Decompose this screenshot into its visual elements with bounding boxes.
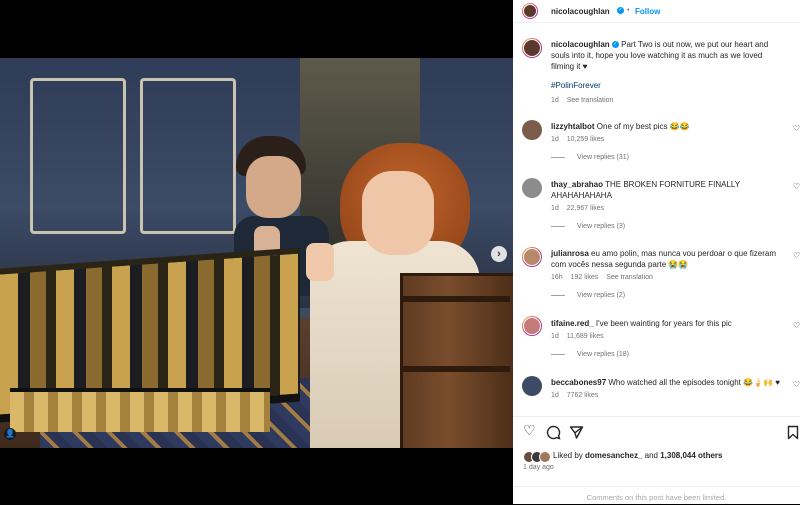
photo-sofa-seat [10, 388, 270, 432]
comment-item: tifaine.red_ I've been wainting for year… [551, 318, 781, 358]
comment-item: julianrosa eu amo polin, mas nunca vou p… [551, 248, 783, 299]
comment-item: thay_abrahao THE BROKEN FORNITURE FINALL… [551, 179, 751, 230]
verified-badge-icon: ✓ [611, 41, 619, 49]
caption-block: nicolacoughlan ✓ Part Two is out now, we… [551, 39, 781, 104]
comment-like-icon[interactable]: ♡ [793, 380, 800, 389]
comment-time[interactable]: 1d [551, 392, 559, 399]
caption-time[interactable]: 1d [551, 97, 559, 104]
liked-by-line: Liked by domesanchez_ and 1,308,044 othe… [553, 450, 722, 461]
comment-text: I've been wainting for years for this pi… [595, 319, 732, 328]
comments-list[interactable]: nicolacoughlan ✓ Part Two is out now, we… [513, 22, 800, 415]
share-send-icon[interactable] [569, 425, 584, 440]
comment-likes[interactable]: 192 likes [571, 274, 599, 281]
next-photo-button[interactable]: › [491, 246, 507, 262]
comment-time[interactable]: 16h [551, 274, 563, 281]
comment-avatar[interactable] [522, 120, 542, 140]
comment-time[interactable]: 1d [551, 333, 559, 340]
tagged-users-icon[interactable]: 👤 [4, 428, 16, 440]
comment-item: beccabones97 Who watched all the episode… [551, 377, 781, 399]
comment-item: lizzyhtalbot One of my best pics 😂😂 1d 1… [551, 121, 781, 161]
comment-username[interactable]: julianrosa [551, 249, 589, 258]
post-time[interactable]: 1 day ago [523, 464, 554, 471]
see-translation-link[interactable]: See translation [606, 274, 653, 281]
comment-like-icon[interactable]: ♡ [793, 124, 800, 133]
see-translation-link[interactable]: See translation [567, 97, 614, 104]
photo-trunk [400, 273, 513, 448]
comment-avatar[interactable] [522, 376, 542, 396]
comment-likes[interactable]: 10,259 likes [567, 136, 604, 143]
liked-by-and: and [644, 451, 658, 460]
author-username[interactable]: nicolacoughlan [551, 7, 610, 16]
post-header: nicolacoughlan ✓ • Follow [513, 0, 800, 23]
view-replies-button[interactable]: View replies (2) [577, 292, 625, 299]
comment-bubble-icon[interactable] [546, 425, 561, 440]
comment-like-icon[interactable]: ♡ [793, 182, 800, 191]
comment-avatar[interactable] [522, 247, 542, 267]
comment-like-icon[interactable]: ♡ [793, 321, 800, 330]
comment-avatar[interactable] [522, 316, 542, 336]
view-replies-button[interactable]: View replies (3) [577, 223, 625, 230]
caption-avatar[interactable] [522, 38, 542, 58]
comment-avatar[interactable] [522, 178, 542, 198]
comment-username[interactable]: thay_abrahao [551, 180, 603, 189]
caption-hashtag[interactable]: #PolinForever [551, 81, 781, 90]
post-photo[interactable] [0, 58, 513, 448]
comment-time[interactable]: 1d [551, 136, 559, 143]
post-side-panel: nicolacoughlan ✓ • Follow nicolacoughlan… [513, 0, 800, 504]
follow-button[interactable]: Follow [635, 7, 660, 16]
liked-by-prefix: Liked by [553, 451, 583, 460]
comment-likes[interactable]: 7762 likes [567, 392, 599, 399]
header-dot: • [627, 7, 630, 14]
save-bookmark-icon[interactable] [787, 425, 799, 440]
comment-text: Who watched all the episodes tonight 😂🍦🙌… [608, 378, 780, 387]
view-replies-button[interactable]: View replies (31) [577, 154, 629, 161]
comment-username[interactable]: beccabones97 [551, 378, 606, 387]
comments-limited-notice: Comments on this post have been limited. [513, 486, 800, 502]
post-media: › 👤 [0, 0, 513, 504]
verified-badge-icon: ✓ [617, 7, 624, 14]
author-avatar[interactable] [522, 3, 538, 19]
comment-time[interactable]: 1d [551, 205, 559, 212]
wall-panel [30, 78, 126, 234]
comment-username[interactable]: lizzyhtalbot [551, 122, 595, 131]
comment-likes[interactable]: 22,967 likes [567, 205, 604, 212]
comment-username[interactable]: tifaine.red_ [551, 319, 594, 328]
comment-text: One of my best pics 😂😂 [596, 122, 690, 131]
wall-panel [140, 78, 236, 234]
caption-username[interactable]: nicolacoughlan [551, 40, 610, 49]
like-heart-icon[interactable]: ♡ [523, 422, 536, 439]
liked-by-user[interactable]: domesanchez_ [585, 451, 642, 460]
liked-by-count[interactable]: 1,308,044 others [660, 451, 722, 460]
comment-likes[interactable]: 11,689 likes [567, 333, 604, 340]
view-replies-button[interactable]: View replies (18) [577, 351, 629, 358]
comment-like-icon[interactable]: ♡ [793, 251, 800, 260]
